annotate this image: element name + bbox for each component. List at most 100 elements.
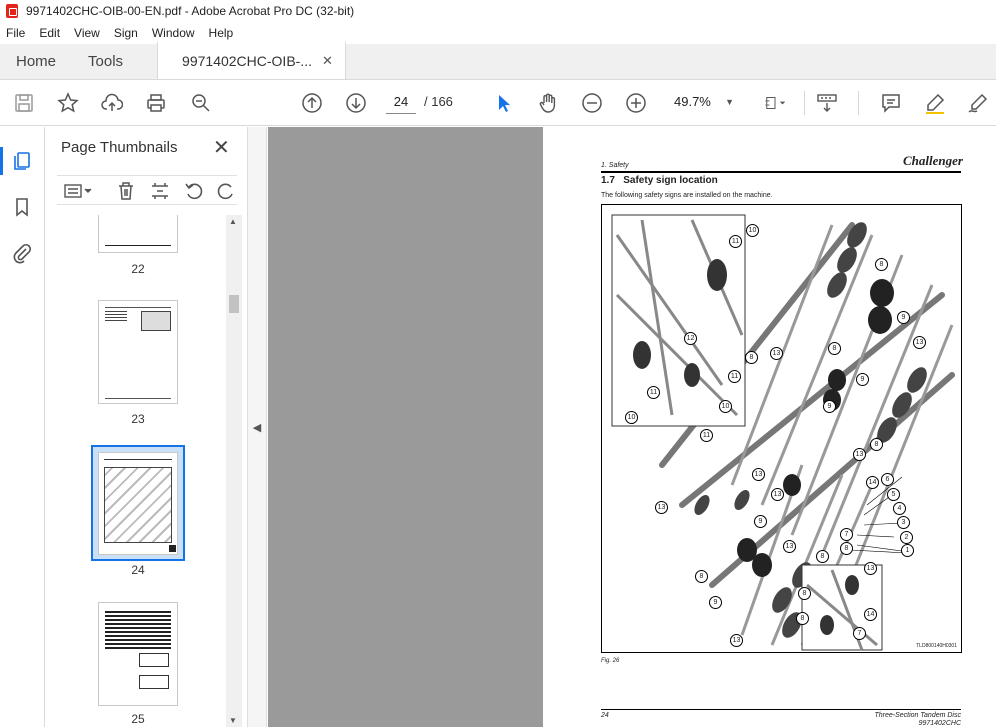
select-cursor-icon[interactable] [492,91,516,115]
page-thumbnails-icon[interactable] [10,149,34,173]
callout: 13 [864,562,877,575]
thumbnail-page[interactable] [98,300,178,404]
callout: 9 [754,515,767,528]
insert-page-icon[interactable] [149,180,171,202]
callout: 1 [901,544,914,557]
page-intro: The following safety signs are installed… [601,192,773,199]
previous-page-icon[interactable] [300,91,324,115]
thumbnail-label: 23 [131,412,145,426]
menu-help[interactable]: Help [209,26,234,40]
menu-file[interactable]: File [6,26,25,40]
thumbnail-page[interactable] [98,215,178,253]
thumbnail-label: 22 [131,262,145,276]
callout: 8 [695,570,708,583]
scroll-mode-icon[interactable] [815,91,839,115]
callout: 7 [853,627,866,640]
collapse-panel-handle[interactable]: ◀ [247,127,267,727]
callout: 11 [700,429,713,442]
bookmarks-icon[interactable] [10,195,34,219]
callout: 12 [684,332,697,345]
sign-pen-icon[interactable] [966,91,990,115]
bookmark-star-icon[interactable] [56,91,80,115]
callout: 8 [798,587,811,600]
next-page-icon[interactable] [344,91,368,115]
thumbnails-panel: Page Thumbnails ✕ 22 23 24 25 [45,127,247,727]
callout: 10 [746,224,759,237]
callout: 13 [783,540,796,553]
thumbnail-options-icon[interactable] [61,180,95,202]
menu-sign[interactable]: Sign [114,26,138,40]
callout: 13 [655,501,668,514]
tab-tools[interactable]: Tools [72,43,139,79]
callout: 14 [864,608,877,621]
page-fit-icon[interactable] [758,91,792,115]
upload-cloud-icon[interactable] [100,91,124,115]
callout: 8 [816,550,829,563]
footer-title-text: Three-Section Tandem Disc [874,712,961,719]
page-footer-title: Three-Section Tandem Disc 9971402CHC [874,712,961,728]
attachments-icon[interactable] [10,241,34,265]
callout: 10 [625,411,638,424]
callout: 5 [887,488,900,501]
figure-label: Fig. 26 [601,658,620,664]
scroll-down-icon[interactable]: ▼ [229,716,237,725]
tab-home[interactable]: Home [0,43,72,79]
callout: 9 [897,311,910,324]
callout: 8 [875,258,888,271]
tab-document-label: 9971402CHC-OIB-... [182,52,312,69]
callout: 3 [897,516,910,529]
save-icon[interactable] [12,91,36,115]
zoom-in-icon[interactable] [624,91,648,115]
callout: 13 [730,634,743,647]
window-title: 9971402CHC-OIB-00-EN.pdf - Adobe Acrobat… [26,4,355,18]
print-icon[interactable] [144,91,168,115]
panel-title: Page Thumbnails [61,139,178,156]
zoom-out-icon[interactable] [580,91,604,115]
callout: 11 [728,370,741,383]
close-icon[interactable]: ✕ [213,135,230,160]
close-icon[interactable]: ✕ [322,53,333,69]
delete-trash-icon[interactable] [115,180,137,202]
tab-document[interactable]: 9971402CHC-OIB-... ✕ [157,42,346,79]
thumbnail-page[interactable] [98,452,178,555]
page-heading: 1.7 Safety sign location [601,175,718,186]
pdf-page: 1. Safety Challenger 1.7 Safety sign loc… [543,127,996,727]
callout: 11 [647,386,660,399]
rotate-counterclockwise-icon[interactable] [183,180,205,202]
scroll-thumb[interactable] [229,295,239,313]
rotate-clockwise-icon[interactable] [215,180,237,202]
menu-bar: File Edit View Sign Window Help [0,22,996,44]
callout: 13 [770,347,783,360]
thumbnail-page[interactable] [98,602,178,706]
callout: 13 [771,488,784,501]
callout: 4 [893,502,906,515]
comment-icon[interactable] [879,91,903,115]
menu-edit[interactable]: Edit [39,26,60,40]
document-area[interactable]: 1. Safety Challenger 1.7 Safety sign loc… [268,127,996,727]
page-number-input[interactable]: 24 [386,90,416,114]
chevron-left-icon: ◀ [252,421,262,434]
callout: 9 [823,400,836,413]
callout: 7 [840,528,853,541]
page-section-header: 1. Safety [601,162,629,169]
callout: 13 [853,448,866,461]
scroll-up-icon[interactable]: ▲ [229,217,237,226]
page-footer-number: 24 [601,712,609,719]
thumbnail-label: 25 [131,712,145,726]
menu-view[interactable]: View [74,26,100,40]
thumbnail-label: 24 [131,563,145,577]
callout: 2 [900,531,913,544]
callout: 6 [881,473,894,486]
thumbnail-scrollbar[interactable]: ▲ ▼ [226,215,242,727]
callout: 14 [866,476,879,489]
hand-tool-icon[interactable] [536,91,560,115]
highlight-pen-icon[interactable] [923,91,947,115]
left-rail [0,127,45,727]
zoom-search-icon[interactable] [189,91,213,115]
machine-figure: TLD800140H0301 10 11 8 9 12 8 13 8 9 11 … [601,204,962,653]
callout: 9 [709,596,722,609]
menu-window[interactable]: Window [152,26,195,40]
zoom-select[interactable]: 49.7% ▼ [668,90,738,114]
callout: 10 [719,400,732,413]
heading-text: Safety sign location [623,175,718,186]
